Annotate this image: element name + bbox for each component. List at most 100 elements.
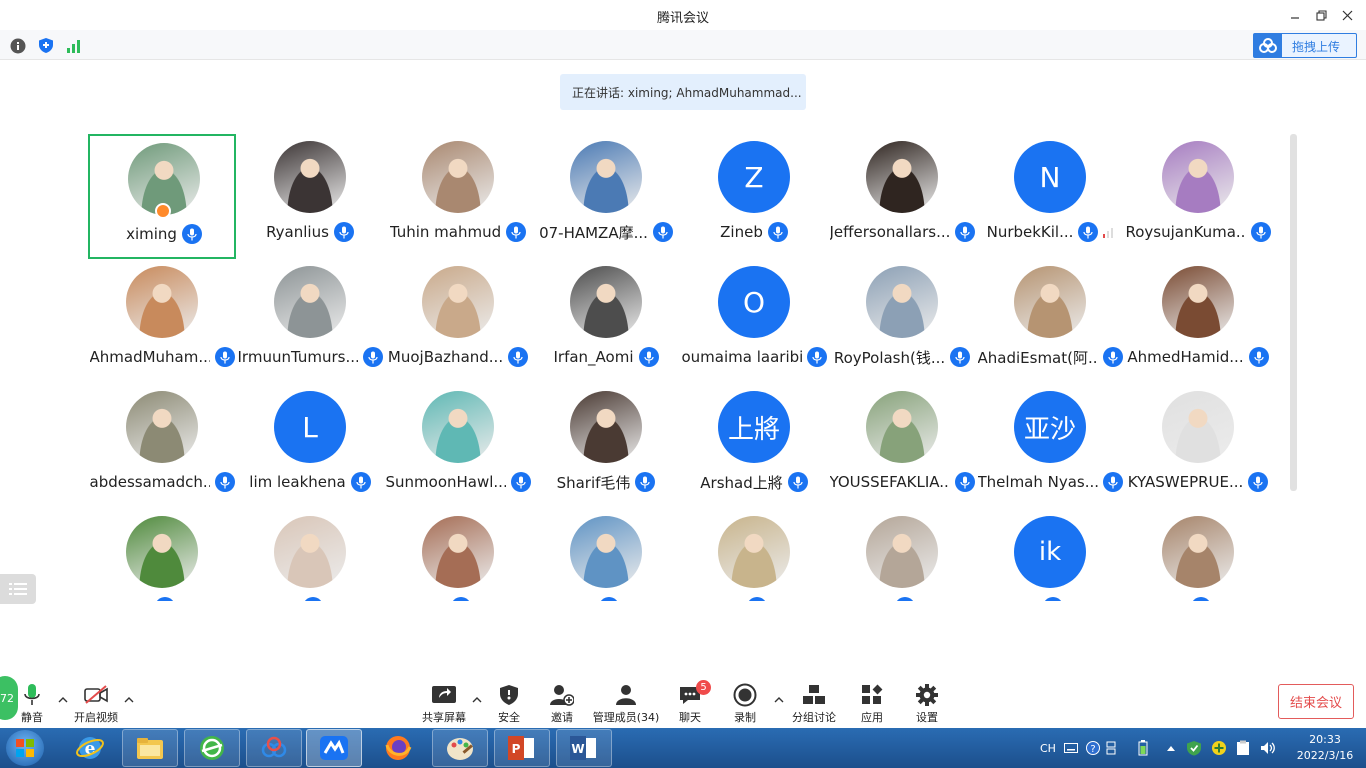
- participant-photo-avatar: [1162, 516, 1234, 588]
- ime-options-tray[interactable]: [1106, 728, 1116, 768]
- clipboard-tray[interactable]: [1236, 728, 1250, 768]
- microphone-icon: [767, 222, 788, 242]
- tencent-meeting-icon: [320, 736, 348, 760]
- taskbar-firefox[interactable]: [370, 729, 426, 767]
- drag-upload-button[interactable]: 拖拽上传: [1253, 33, 1357, 58]
- participant-name-row: ximing: [90, 223, 238, 245]
- taskbar-word[interactable]: W: [556, 729, 612, 767]
- participant-tile[interactable]: abdessamadch...: [88, 384, 236, 509]
- video-options-caret[interactable]: [123, 694, 135, 704]
- participant-tile[interactable]: [88, 509, 236, 601]
- participant-tile[interactable]: RoyPolash(钱...: [828, 259, 976, 384]
- video-off-icon: [64, 682, 128, 708]
- settings-button[interactable]: 设置: [895, 680, 959, 726]
- help-tray[interactable]: ?: [1086, 728, 1100, 768]
- taskbar-powerpoint[interactable]: P: [494, 729, 550, 767]
- svg-text:P: P: [512, 742, 521, 756]
- participant-photo-avatar: [570, 266, 642, 338]
- participant-photo-avatar: [422, 391, 494, 463]
- assistant-tray[interactable]: [1211, 728, 1227, 768]
- participant-photo-avatar: [126, 266, 198, 338]
- participant-tile[interactable]: RoysujanKuma...: [1124, 134, 1272, 259]
- participant-tile[interactable]: Irfan_Aomi: [532, 259, 680, 384]
- signal-bars-icon: [66, 39, 80, 53]
- participant-tile[interactable]: 上將 Arshad上將: [680, 384, 828, 509]
- participant-name: Irfan_Aomi: [553, 348, 634, 366]
- network-status-button[interactable]: [65, 37, 82, 54]
- participant-name-row: MuojBazhand...: [384, 346, 532, 368]
- participant-tile[interactable]: [236, 509, 384, 601]
- system-clock[interactable]: 20:33 2022/3/16: [1290, 732, 1360, 764]
- participant-tile[interactable]: [532, 509, 680, 601]
- restore-button[interactable]: [1310, 5, 1332, 25]
- weak-signal-icon: [1103, 223, 1114, 242]
- microphone-icon: [333, 222, 354, 242]
- participant-tile[interactable]: N NurbekKil...: [976, 134, 1124, 259]
- windows-taskbar: e P W CH ? 20:33 2022/3/16: [0, 728, 1366, 768]
- taskbar-explorer[interactable]: [122, 729, 178, 767]
- language-indicator[interactable]: CH: [1040, 728, 1056, 768]
- close-button[interactable]: [1336, 5, 1358, 25]
- participant-tile[interactable]: Sharif毛伟: [532, 384, 680, 509]
- participant-photo-avatar: [274, 516, 346, 588]
- windows-logo-icon: [16, 739, 34, 757]
- meeting-info-bar: 拖拽上传: [0, 30, 1366, 60]
- participant-tile[interactable]: ximing: [88, 134, 236, 259]
- participant-tile[interactable]: 07-HAMZA摩...: [532, 134, 680, 259]
- participant-tile[interactable]: [384, 509, 532, 601]
- taskbar-tencent-meeting[interactable]: [306, 729, 362, 767]
- show-hidden-icons[interactable]: [1166, 728, 1176, 768]
- participant-name-row: [680, 596, 828, 601]
- participant-name-row: [236, 596, 384, 601]
- participant-tile[interactable]: [680, 509, 828, 601]
- participant-tile[interactable]: MuojBazhand...: [384, 259, 532, 384]
- gear-icon: [895, 682, 959, 708]
- grid-scrollbar[interactable]: [1290, 134, 1297, 491]
- participant-tile[interactable]: YOUSSEFAKLIA...: [828, 384, 976, 509]
- participant-tile[interactable]: 亚沙 Thelmah Nyas...: [976, 384, 1124, 509]
- participant-tile[interactable]: [828, 509, 976, 601]
- participant-tile[interactable]: Ryanlius: [236, 134, 384, 259]
- participant-name: YOUSSEFAKLIA...: [829, 473, 950, 491]
- volume-tray[interactable]: [1260, 728, 1276, 768]
- battery-tray[interactable]: [1138, 728, 1148, 768]
- meeting-info-button[interactable]: [9, 37, 26, 54]
- participant-tile[interactable]: [1124, 509, 1272, 601]
- chat-unread-badge: 5: [696, 680, 711, 695]
- participant-tile[interactable]: Ooumaima laaribi: [680, 259, 828, 384]
- participant-tile[interactable]: Jeffersonallars...: [828, 134, 976, 259]
- minimize-button[interactable]: [1284, 5, 1306, 25]
- info-icon: [10, 38, 25, 53]
- participant-tile[interactable]: ik: [976, 509, 1124, 601]
- participant-tile[interactable]: IrmuunTumurs...: [236, 259, 384, 384]
- participant-tile[interactable]: AhmadMuham...: [88, 259, 236, 384]
- taskbar-baidu-netdisk[interactable]: [246, 729, 302, 767]
- security-status-button[interactable]: [37, 37, 54, 54]
- add-user-icon: [530, 682, 594, 708]
- keyboard-tray[interactable]: [1064, 728, 1078, 768]
- participant-name: 07-HAMZA摩...: [539, 223, 648, 242]
- participant-name-row: Irfan_Aomi: [532, 346, 680, 368]
- participant-tile[interactable]: Tuhin mahmud: [384, 134, 532, 259]
- taskbar-360-browser[interactable]: [184, 729, 240, 767]
- start-video-button[interactable]: 开启视频: [64, 680, 128, 726]
- antivirus-tray[interactable]: [1186, 728, 1202, 768]
- taskbar-ie[interactable]: e: [62, 729, 118, 767]
- participant-tile[interactable]: KYASWEPRUE...: [1124, 384, 1272, 509]
- microphone-icon: [1042, 597, 1063, 601]
- microphone-icon: [506, 222, 527, 242]
- participant-name: Zineb: [720, 223, 763, 241]
- participant-name-row: [976, 596, 1124, 601]
- record-button[interactable]: 录制: [713, 680, 777, 726]
- end-meeting-button[interactable]: 结束会议: [1278, 684, 1354, 719]
- member-list-toggle[interactable]: [0, 574, 36, 604]
- start-button[interactable]: [6, 730, 44, 766]
- participant-tile[interactable]: Z Zineb: [680, 134, 828, 259]
- participant-tile[interactable]: AhadiEsmat(阿...: [976, 259, 1124, 384]
- participant-name: NurbekKil...: [986, 223, 1074, 241]
- participant-tile[interactable]: AhmedHamid...: [1124, 259, 1272, 384]
- participant-tile[interactable]: Llim leakhena: [236, 384, 384, 509]
- taskbar-paint[interactable]: [432, 729, 488, 767]
- participant-tile[interactable]: SunmoonHawl...: [384, 384, 532, 509]
- host-badge-icon: [155, 203, 171, 219]
